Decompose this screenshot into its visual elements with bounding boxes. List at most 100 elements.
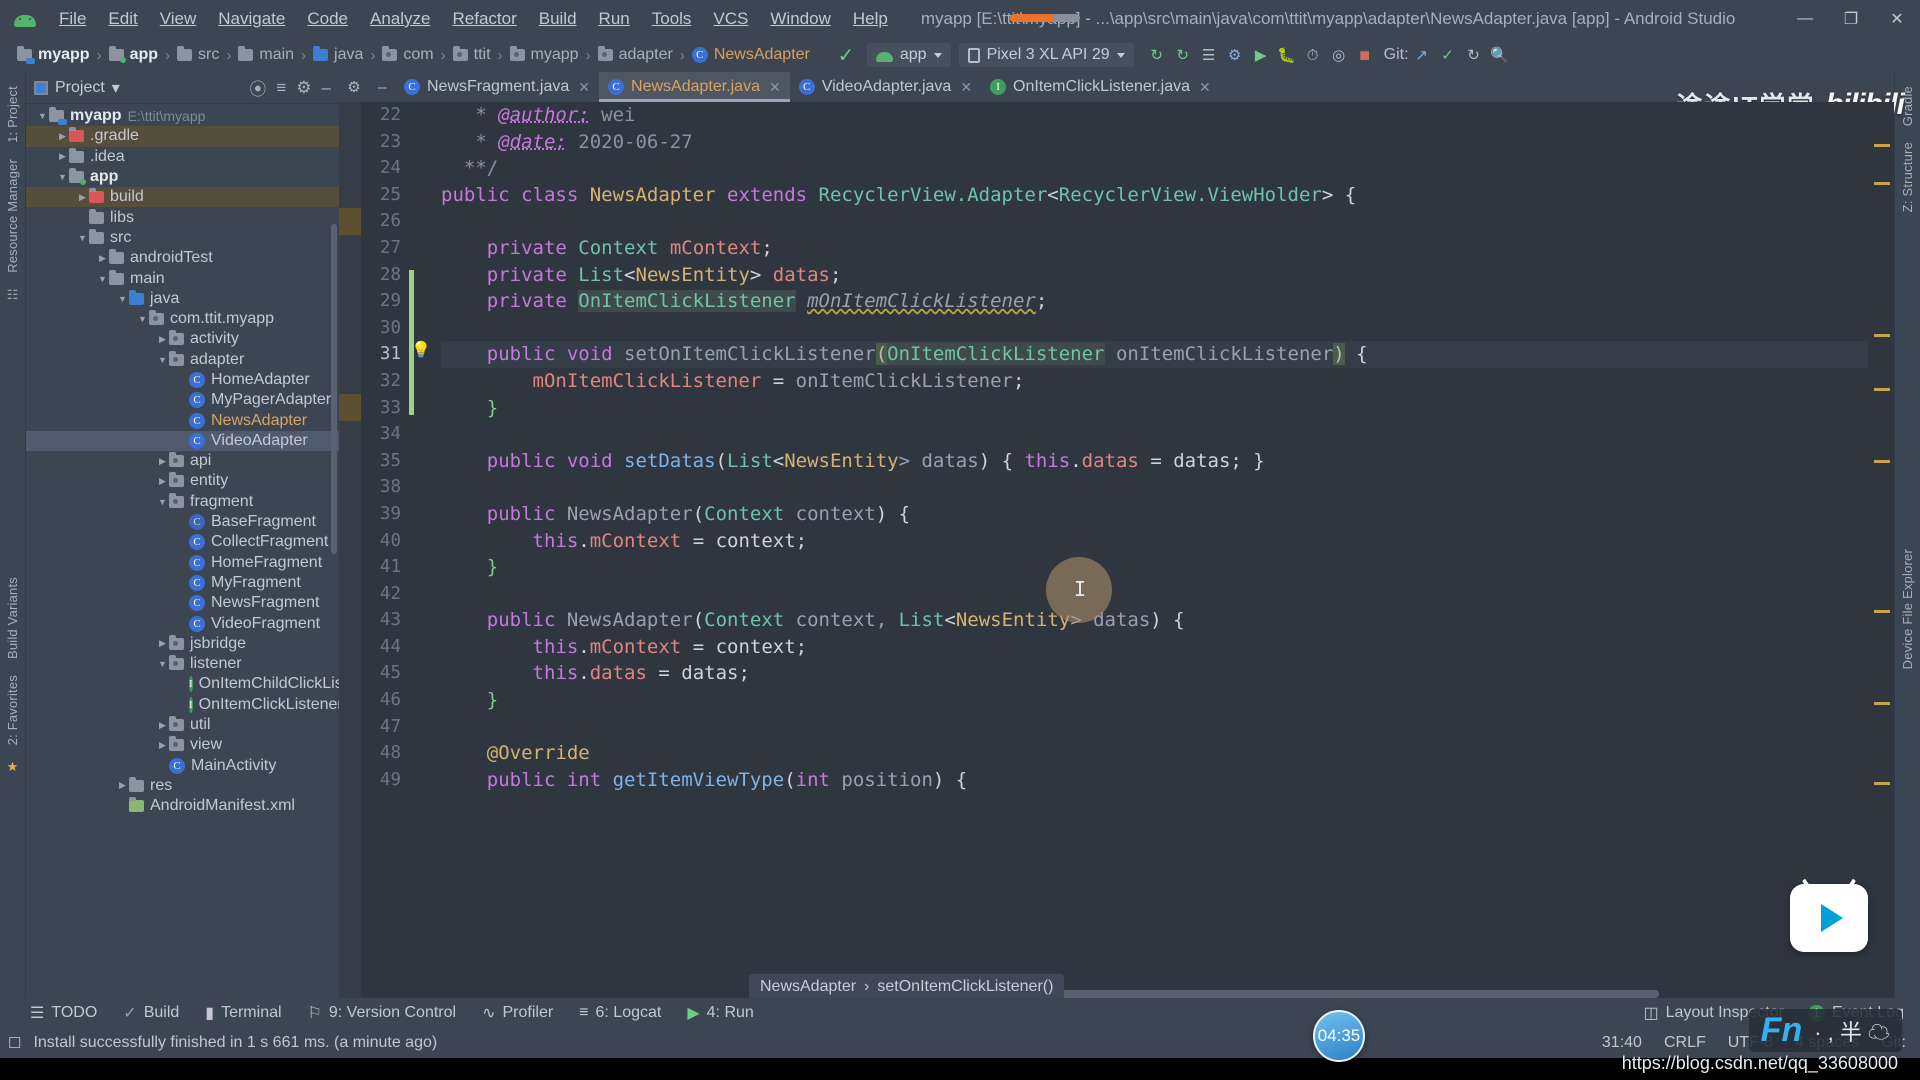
tree-item-java[interactable]: ▼ java <box>26 289 339 309</box>
tree-item-collectfragment[interactable]: ▶CCollectFragment <box>26 532 339 552</box>
tree-item-homeadapter[interactable]: ▶CHomeAdapter <box>26 370 339 390</box>
tree-item-activity[interactable]: ▶ activity <box>26 329 339 349</box>
code-line[interactable] <box>441 474 1868 501</box>
tree-item-myfragment[interactable]: ▶CMyFragment <box>26 573 339 593</box>
tree-item-adapter[interactable]: ▼ adapter <box>26 350 339 370</box>
tree-expand-arrow[interactable]: ▶ <box>96 253 109 264</box>
code-line[interactable]: } <box>441 395 1868 422</box>
tree-expand-arrow[interactable]: ▼ <box>116 294 129 304</box>
crumb-app[interactable]: app <box>104 46 163 64</box>
code-line[interactable]: private List<NewsEntity> datas; <box>441 262 1868 289</box>
tool-window-bar[interactable]: ☰ TODO ✓ Build ▮ Terminal ⚐ 9: Version Contr… <box>0 998 1920 1028</box>
sync-gradle-icon[interactable]: ↻ <box>1144 43 1170 67</box>
editor-tab-bar[interactable]: ⚙ – C NewsFragment.java ✕ C NewsAdapter.jav… <box>339 72 1894 102</box>
tree-item-newsadapter[interactable]: ▶CNewsAdapter <box>26 410 339 430</box>
rail-item-build-variants[interactable]: Build Variants <box>5 569 20 667</box>
crumb-main[interactable]: main <box>233 46 299 64</box>
tree-item-libs[interactable]: ▶libs <box>26 207 339 227</box>
close-tab-icon[interactable]: ✕ <box>578 79 590 96</box>
rail-item-device-file-explorer[interactable]: Device File Explorer <box>1900 541 1915 677</box>
menu-bar[interactable]: File Edit View Navigate Code Analyze Ref… <box>48 6 899 32</box>
tree-item-api[interactable]: ▶ api <box>26 451 339 471</box>
menu-refactor[interactable]: Refactor <box>441 6 527 32</box>
code-line[interactable]: * @author: wei <box>441 102 1868 129</box>
close-button[interactable]: ✕ <box>1874 0 1920 38</box>
code-editor[interactable]: 22 23 24 25 26 27 28 29 30 31 32 33 34 35 38 39 40 41 42 43… <box>339 102 1894 998</box>
close-tab-icon[interactable]: ✕ <box>960 79 972 96</box>
code-line[interactable]: public int getItemViewType(int position)… <box>441 767 1868 794</box>
code-line[interactable]: **/ <box>441 155 1868 182</box>
build-configuration-selector[interactable]: app <box>866 43 951 67</box>
code-line[interactable] <box>441 714 1868 741</box>
tree-scrollbar[interactable] <box>331 224 337 554</box>
favorites-star-icon[interactable]: ★ <box>7 753 19 781</box>
code-folding-gutter[interactable]: 💡 <box>409 102 431 998</box>
window-controls[interactable]: — ❐ ✕ <box>1782 0 1920 38</box>
code-line[interactable]: } <box>441 687 1868 714</box>
tab-onitemclicklistener[interactable]: I OnItemClickListener.java ✕ <box>981 72 1220 102</box>
tool-run[interactable]: ▶ 4: Run <box>687 1003 753 1023</box>
tree-expand-arrow[interactable]: ▶ <box>156 638 169 649</box>
search-everywhere-icon[interactable]: 🔍 <box>1487 43 1513 67</box>
tree-expand-arrow[interactable]: ▶ <box>156 456 169 467</box>
chevron-down-icon[interactable]: ▾ <box>112 78 120 98</box>
crumb-com[interactable]: com <box>377 46 438 64</box>
menu-vcs[interactable]: VCS <box>702 6 759 32</box>
maximize-button[interactable]: ❐ <box>1828 0 1874 38</box>
right-tool-rail[interactable]: Gradle Z: Structure Device File Explorer <box>1894 72 1920 998</box>
sdk-manager-icon[interactable]: ⚙ <box>1222 43 1248 67</box>
menu-navigate[interactable]: Navigate <box>207 6 296 32</box>
tree-item-newsfragment[interactable]: ▶CNewsFragment <box>26 593 339 613</box>
stop-icon[interactable]: ■ <box>1352 43 1378 67</box>
profile-icon[interactable]: ⏱ <box>1300 43 1326 67</box>
editor-settings-icon[interactable]: ⚙ <box>339 72 369 102</box>
code-line[interactable]: public class NewsAdapter extends Recycle… <box>441 182 1868 209</box>
code-line[interactable]: private OnItemClickListener mOnItemClick… <box>441 288 1868 315</box>
rail-item-project[interactable]: 1: Project <box>5 78 20 151</box>
git-update-icon[interactable]: ↗ <box>1409 43 1435 67</box>
tree-expand-arrow[interactable]: ▶ <box>156 334 169 345</box>
make-project-icon[interactable]: ✓ <box>833 43 859 67</box>
tree-item-listener[interactable]: ▼ listener <box>26 654 339 674</box>
crumb-myapp-pkg[interactable]: myapp <box>505 46 584 64</box>
tree-expand-arrow[interactable]: ▶ <box>156 720 169 731</box>
rail-item-favorites[interactable]: 2: Favorites <box>5 667 20 753</box>
tree-item-main[interactable]: ▼ main <box>26 268 339 288</box>
code-line[interactable]: public NewsAdapter(Context context, List… <box>441 607 1868 634</box>
tree-item-app[interactable]: ▼ app <box>26 167 339 187</box>
code-line[interactable]: public void setDatas(List<NewsEntity> da… <box>441 448 1868 475</box>
code-line[interactable] <box>441 315 1868 342</box>
tool-terminal[interactable]: ▮ Terminal <box>205 1003 281 1023</box>
editor-hide-icon[interactable]: – <box>369 72 395 102</box>
tree-expand-arrow[interactable]: ▶ <box>116 780 129 791</box>
tree-item-fragment[interactable]: ▼ fragment <box>26 492 339 512</box>
tree-expand-arrow[interactable]: ▶ <box>156 476 169 487</box>
tree-expand-arrow[interactable]: ▼ <box>156 355 169 365</box>
tab-newsadapter[interactable]: C NewsAdapter.java ✕ <box>599 72 790 102</box>
minimize-button[interactable]: — <box>1782 0 1828 38</box>
code-line[interactable]: private Context mContext; <box>441 235 1868 262</box>
git-commit-icon[interactable]: ✓ <box>1435 43 1461 67</box>
code-text[interactable]: * @author: wei * @date: 2020-06-27 **/pu… <box>431 102 1868 998</box>
menu-tools[interactable]: Tools <box>641 6 703 32</box>
tree-expand-arrow[interactable]: ▼ <box>156 497 169 507</box>
tree-expand-arrow[interactable]: ▼ <box>36 111 49 121</box>
hide-icon[interactable]: – <box>322 78 331 98</box>
close-tab-icon[interactable]: ✕ <box>769 79 781 96</box>
close-tab-icon[interactable]: ✕ <box>1199 79 1211 96</box>
code-line[interactable]: this.mContext = context; <box>441 634 1868 661</box>
device-selector[interactable]: Pixel 3 XL API 29 <box>958 43 1134 67</box>
attach-debugger-icon[interactable]: ◎ <box>1326 43 1352 67</box>
crumb-myapp[interactable]: myapp <box>12 46 95 64</box>
menu-analyze[interactable]: Analyze <box>359 6 441 32</box>
structure-icon[interactable]: ☷ <box>7 281 19 309</box>
menu-view[interactable]: View <box>149 6 208 32</box>
tree-expand-arrow[interactable]: ▶ <box>76 192 89 203</box>
tree-item-basefragment[interactable]: ▶CBaseFragment <box>26 512 339 532</box>
git-history-icon[interactable]: ↻ <box>1461 43 1487 67</box>
code-line[interactable]: @Override <box>441 740 1868 767</box>
tree-item-myapp[interactable]: ▼ myapp E:\ttit\myapp <box>26 106 339 126</box>
tree-item-src[interactable]: ▼ src <box>26 228 339 248</box>
crumb-ttit[interactable]: ttit <box>448 46 496 64</box>
tool-profiler[interactable]: ∿ Profiler <box>482 1003 553 1023</box>
